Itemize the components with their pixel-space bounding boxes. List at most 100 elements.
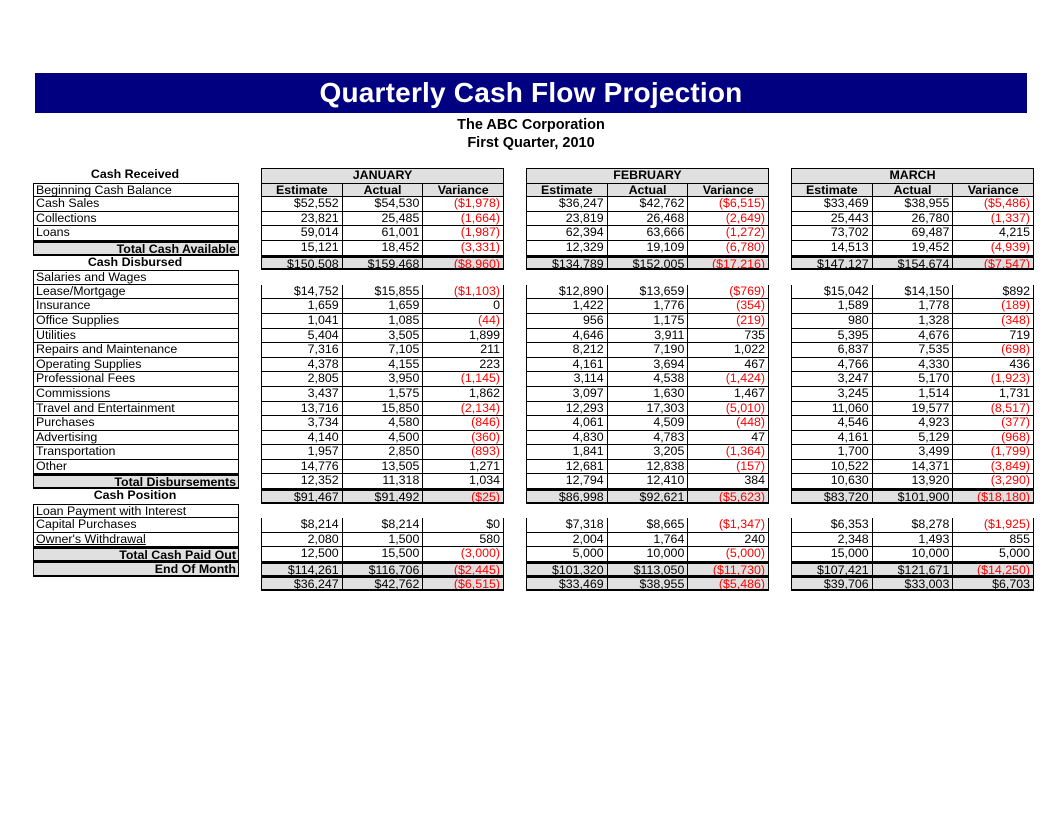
data-cell: (5,000) [688, 547, 770, 563]
data-cell: 25,443 [791, 211, 873, 227]
data-cell: (1,364) [688, 445, 770, 460]
data-cell: $15,042 [791, 284, 873, 300]
row-label-text: Owner's Withdrawal [36, 532, 146, 546]
data-cell: 1,085 [342, 313, 424, 329]
table-row: 62,394 63,666 (1,272) [526, 226, 770, 241]
data-cell: $36,247 [526, 197, 608, 212]
data-cell: 12,500 [261, 547, 343, 563]
table-row: 2,805 3,950 (1,145) [261, 372, 505, 387]
data-cell: (157) [688, 459, 770, 475]
data-cell: 4,546 [791, 416, 873, 431]
column-header-actual: Actual [872, 182, 954, 198]
data-cell: 1,957 [261, 445, 343, 460]
table-row: 59,014 61,001 (1,987) [261, 226, 505, 241]
table-row: 1,700 3,499 (1,799) [791, 445, 1035, 460]
data-cell: 61,001 [342, 226, 424, 241]
table-row: 4,766 4,330 436 [791, 357, 1035, 373]
data-cell: ($7,547) [953, 255, 1035, 271]
table-row: 12,500 15,500 (3,000) [261, 547, 505, 563]
row-label: Other [33, 459, 239, 475]
data-cell: $8,214 [342, 518, 424, 533]
table-row: 956 1,175 (219) [526, 313, 770, 329]
month-block-january: JANUARY Estimate Actual Variance $52,552 $54,… [261, 168, 505, 592]
table-row: 1,422 1,776 (354) [526, 299, 770, 314]
row-label: Lease/Mortgage [33, 284, 239, 300]
data-cell: 4,509 [607, 416, 689, 431]
data-cell: ($2,445) [423, 562, 505, 577]
data-cell: ($11,730) [688, 562, 770, 577]
data-cell: $6,353 [791, 518, 873, 533]
table-row: 5,395 4,676 719 [791, 328, 1035, 344]
row-label: Office Supplies [33, 313, 239, 329]
data-cell: (44) [423, 313, 505, 329]
data-cell: 4,155 [342, 357, 424, 373]
data-cell: (3,849) [953, 459, 1035, 475]
data-cell: $52,552 [261, 197, 343, 212]
data-cell: (1,424) [688, 372, 770, 387]
row-label: Capital Purchases [33, 518, 239, 533]
data-cell: 1,467 [688, 386, 770, 402]
data-cell: (1,923) [953, 372, 1035, 387]
data-cell: 12,293 [526, 401, 608, 417]
data-cell: 1,589 [791, 299, 873, 314]
row-label: Travel and Entertainment [33, 401, 239, 417]
table-row: 10,522 14,371 (3,849) [791, 459, 1035, 475]
table-row: 25,443 26,780 (1,337) [791, 211, 1035, 227]
data-cell: $12,890 [526, 284, 608, 300]
data-cell: 47 [688, 430, 770, 446]
data-cell: (219) [688, 313, 770, 329]
data-cell: $147,127 [791, 255, 873, 271]
table-row: 1,041 1,085 (44) [261, 313, 505, 329]
data-cell: 11,318 [342, 474, 424, 490]
total-row: $134,789 $152,005 ($17,216) [526, 255, 770, 271]
data-cell: $101,900 [872, 489, 954, 504]
data-cell: 3,950 [342, 372, 424, 387]
data-cell: $101,320 [526, 562, 608, 577]
data-cell: ($6,515) [423, 576, 505, 592]
table-row: 4,161 3,694 467 [526, 357, 770, 373]
data-cell: 956 [526, 313, 608, 329]
data-cell: $8,665 [607, 518, 689, 533]
data-cell: $8,214 [261, 518, 343, 533]
data-cell: 211 [423, 343, 505, 358]
data-cell: 1,899 [423, 328, 505, 344]
data-cell: 3,911 [607, 328, 689, 344]
data-cell: $38,955 [872, 197, 954, 212]
table-row: $15,042 $14,150 $892 [791, 284, 1035, 300]
data-cell: 1,764 [607, 532, 689, 548]
data-cell: ($5,486) [953, 197, 1035, 212]
data-cell: 1,659 [342, 299, 424, 314]
data-cell: 5,000 [953, 547, 1035, 563]
data-cell: 12,794 [526, 474, 608, 490]
table-row: $6,353 $8,278 ($1,925) [791, 518, 1035, 533]
table-row: 11,060 19,577 (8,517) [791, 401, 1035, 417]
data-cell: 4,766 [791, 357, 873, 373]
total-row: $101,320 $113,050 ($11,730) [526, 562, 770, 577]
table-row: 4,546 4,923 (377) [791, 416, 1035, 431]
total-row: $147,127 $154,674 ($7,547) [791, 255, 1035, 271]
data-cell: (5,010) [688, 401, 770, 417]
data-cell: 59,014 [261, 226, 343, 241]
data-cell: 18,452 [342, 240, 424, 256]
data-cell: (1,272) [688, 226, 770, 241]
data-cell: 4,500 [342, 430, 424, 446]
data-cell: (1,664) [423, 211, 505, 227]
table-row: 3,734 4,580 (846) [261, 416, 505, 431]
data-cell: $14,752 [261, 284, 343, 300]
data-cell: 26,780 [872, 211, 954, 227]
data-cell: 14,776 [261, 459, 343, 475]
data-cell: ($769) [688, 284, 770, 300]
data-cell: 5,404 [261, 328, 343, 344]
data-cell: $54,530 [342, 197, 424, 212]
data-cell: 14,513 [791, 240, 873, 256]
data-cell: ($1,978) [423, 197, 505, 212]
column-header-row: Estimate Actual Variance [261, 182, 505, 198]
section-title-2: Cash Position [93, 488, 177, 503]
table-row: 4,830 4,783 47 [526, 430, 770, 446]
data-cell: 1,328 [872, 313, 954, 329]
grand-total-row: $36,247 $42,762 ($6,515) [261, 576, 505, 592]
total-row-label: Total Cash Paid Out [33, 547, 239, 563]
column-header-estimate: Estimate [791, 182, 873, 198]
